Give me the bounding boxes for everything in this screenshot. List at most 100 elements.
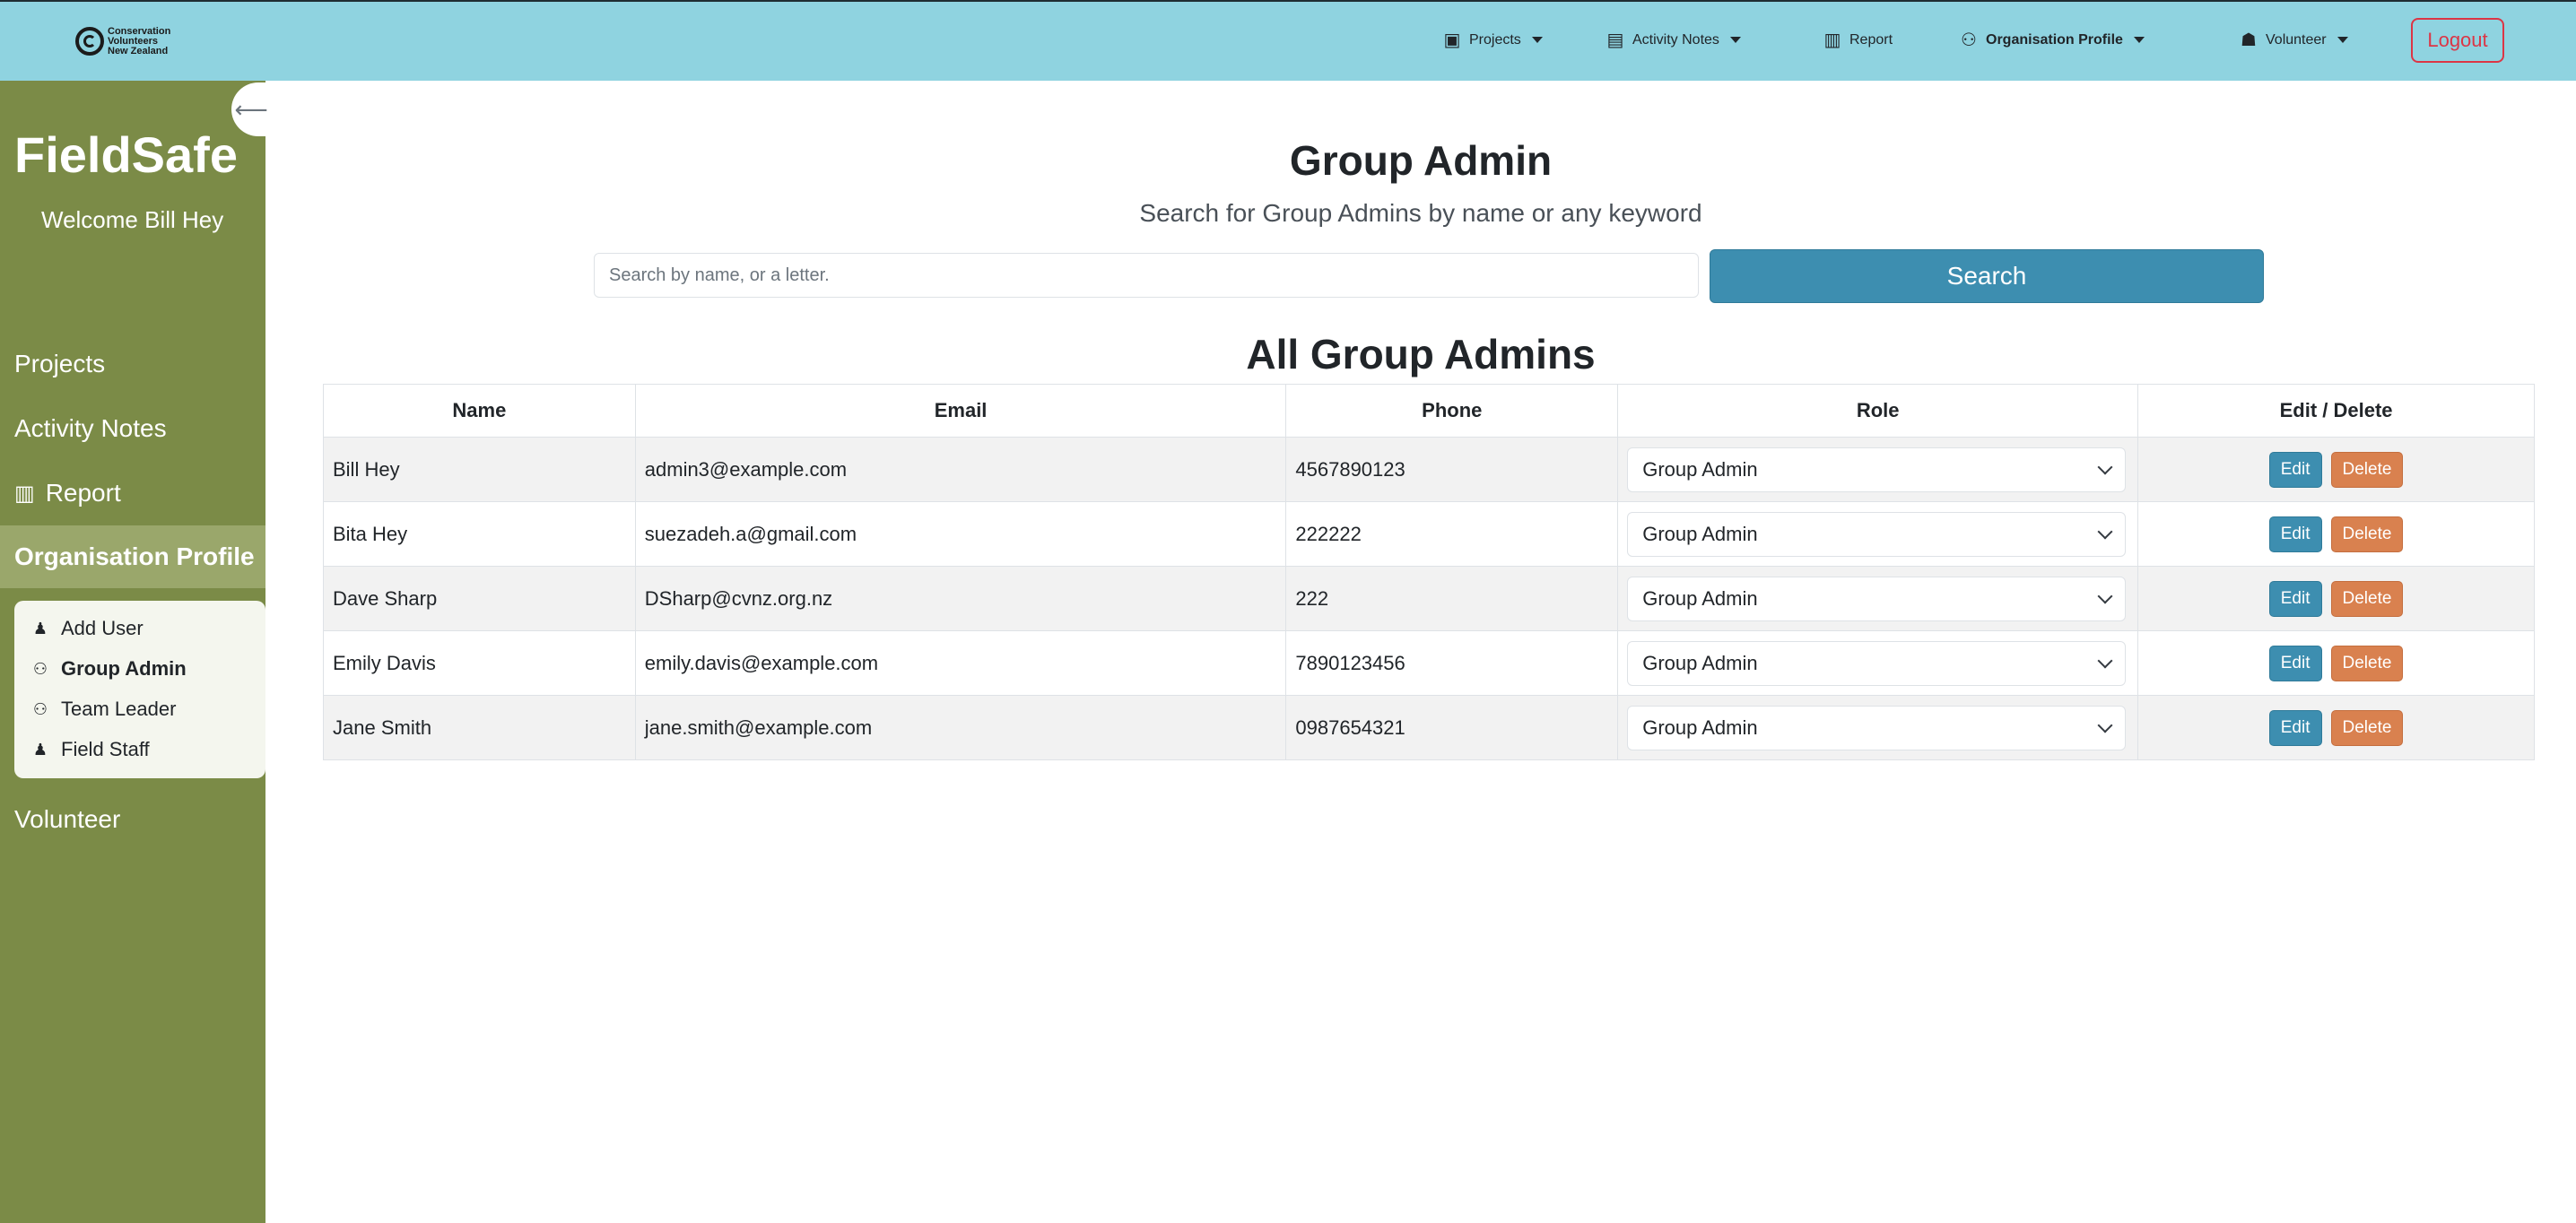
cell-phone: 7890123456 [1285,630,1619,696]
delete-button[interactable]: Delete [2330,645,2404,681]
edit-button[interactable]: Edit [2268,516,2322,552]
people-icon: ⚇ [1961,30,1977,50]
table-header-row: Name Email Phone Role Edit / Delete [323,384,2535,438]
nav-projects-label: Projects [1469,31,1521,48]
organisation-profile-submenu: ♟ Add User ⚇ Group Admin ⚇ Team Leader ♟… [14,601,265,778]
cell-phone: 0987654321 [1285,695,1619,760]
table-row: Bita Hey suezadeh.a@gmail.com 222222 Gro… [323,501,2535,567]
sidebar-item-activity-notes[interactable]: Activity Notes [14,414,167,443]
logo-line: New Zealand [108,45,169,56]
role-select[interactable]: Group Admin [1627,640,2127,686]
logout-button[interactable]: Logout [2411,18,2504,63]
nav-activity-notes-label: Activity Notes [1632,31,1719,48]
caret-down-icon [2133,37,2145,43]
column-header-role: Role [1617,384,2139,438]
volunteer-icon: ☗ [2241,30,2257,50]
cell-phone: 222 [1285,566,1619,631]
sidebar-item-organisation-profile[interactable]: Organisation Profile [0,525,265,588]
chevron-down-icon [2097,653,2113,668]
submenu-item-team-leader[interactable]: ⚇ Team Leader [30,698,177,721]
submenu-item-label: Field Staff [61,738,150,760]
edit-button[interactable]: Edit [2268,580,2322,617]
nav-organisation-profile-dropdown[interactable]: ⚇ Organisation Profile [1959,29,2145,51]
sidebar-item-report[interactable]: ▥ Report [14,479,121,507]
submenu-item-group-admin[interactable]: ⚇ Group Admin [30,657,187,681]
cell-name: Jane Smith [323,695,636,760]
sidebar-item-label: Volunteer [14,805,121,833]
cell-email: emily.davis@example.com [634,630,1287,696]
role-select-value: Group Admin [1642,651,1758,674]
calendar-icon: ▣ [1443,30,1461,50]
cvnz-logo[interactable]: Conservation Volunteers New Zealand [75,23,170,59]
delete-button[interactable]: Delete [2330,709,2404,746]
cell-email: jane.smith@example.com [634,695,1287,760]
page-title: Group Admin [1289,137,1553,184]
group-admin-table: Name Email Phone Role Edit / Delete Bill… [323,384,2535,760]
role-select-value: Group Admin [1642,586,1758,610]
table-row: Dave Sharp DSharp@cvnz.org.nz 222 Group … [323,566,2535,631]
cell-name: Dave Sharp [323,566,636,631]
role-select[interactable]: Group Admin [1627,447,2127,492]
search-button[interactable]: Search [1710,249,2264,303]
chevron-down-icon [2097,524,2113,539]
nav-volunteer-label: Volunteer [2266,31,2327,48]
column-header-name: Name [323,384,636,438]
cell-phone: 4567890123 [1285,437,1619,502]
search-input[interactable] [594,253,1699,298]
table-title: All Group Admins [1246,331,1596,377]
cell-email: DSharp@cvnz.org.nz [634,566,1287,631]
page-subtitle: Search for Group Admins by name or any k… [1139,199,1702,227]
role-select[interactable]: Group Admin [1627,576,2127,621]
role-select-value: Group Admin [1642,522,1758,545]
column-header-actions: Edit / Delete [2137,384,2535,438]
nav-report-label: Report [1849,31,1893,48]
delete-button[interactable]: Delete [2330,580,2404,617]
submenu-item-add-user[interactable]: ♟ Add User [30,617,144,640]
edit-button[interactable]: Edit [2268,645,2322,681]
role-select[interactable]: Group Admin [1627,511,2127,557]
notes-icon: ▤ [1606,30,1624,50]
delete-button[interactable]: Delete [2330,451,2404,488]
bar-chart-icon: ▥ [1823,30,1841,50]
cell-email: admin3@example.com [634,437,1287,502]
edit-button[interactable]: Edit [2268,451,2322,488]
role-select-value: Group Admin [1642,716,1758,739]
sidebar-item-projects[interactable]: Projects [14,350,105,378]
delete-button[interactable]: Delete [2330,516,2404,552]
nav-projects-dropdown[interactable]: ▣ Projects [1442,29,1543,51]
role-select-value: Group Admin [1642,457,1758,481]
sidebar-item-label: Report [45,479,121,507]
welcome-message: Welcome Bill Hey [41,206,224,233]
cell-name: Emily Davis [323,630,636,696]
sidebar-item-label: Projects [14,350,106,377]
top-navbar: Conservation Volunteers New Zealand ▣ Pr… [0,0,2576,81]
cell-phone: 222222 [1285,501,1619,567]
logo-line: Conservation [108,25,171,37]
column-header-email: Email [634,384,1287,438]
table-row: Bill Hey admin3@example.com 4567890123 G… [323,437,2535,502]
edit-button[interactable]: Edit [2268,709,2322,746]
nav-organisation-profile-label: Organisation Profile [1986,31,2123,48]
cell-name: Bill Hey [323,437,636,502]
cell-name: Bita Hey [323,501,636,567]
chevron-down-icon [2097,717,2113,733]
submenu-item-field-staff[interactable]: ♟ Field Staff [30,738,150,761]
arrow-left-icon: ⟵ [234,95,268,123]
cell-email: suezadeh.a@gmail.com [634,501,1287,567]
user-plus-icon: ♟ [32,619,48,638]
caret-down-icon [1729,37,1741,43]
nav-volunteer-dropdown[interactable]: ☗ Volunteer [2239,29,2348,51]
role-select[interactable]: Group Admin [1627,705,2127,750]
user-gear-icon: ♟ [32,740,48,759]
column-header-phone: Phone [1285,384,1619,438]
brand-title: FieldSafe [14,126,238,183]
sidebar-item-volunteer[interactable]: Volunteer [14,805,120,834]
nav-activity-notes-dropdown[interactable]: ▤ Activity Notes [1606,29,1741,51]
logo-line: Volunteers [108,35,159,47]
sidebar-item-label: Activity Notes [14,414,167,442]
nav-report-link[interactable]: ▥ Report [1823,29,1893,51]
people-icon: ⚇ [32,699,48,718]
submenu-item-label: Team Leader [61,698,177,720]
submenu-item-label: Add User [61,617,144,639]
chevron-down-icon [2097,459,2113,474]
